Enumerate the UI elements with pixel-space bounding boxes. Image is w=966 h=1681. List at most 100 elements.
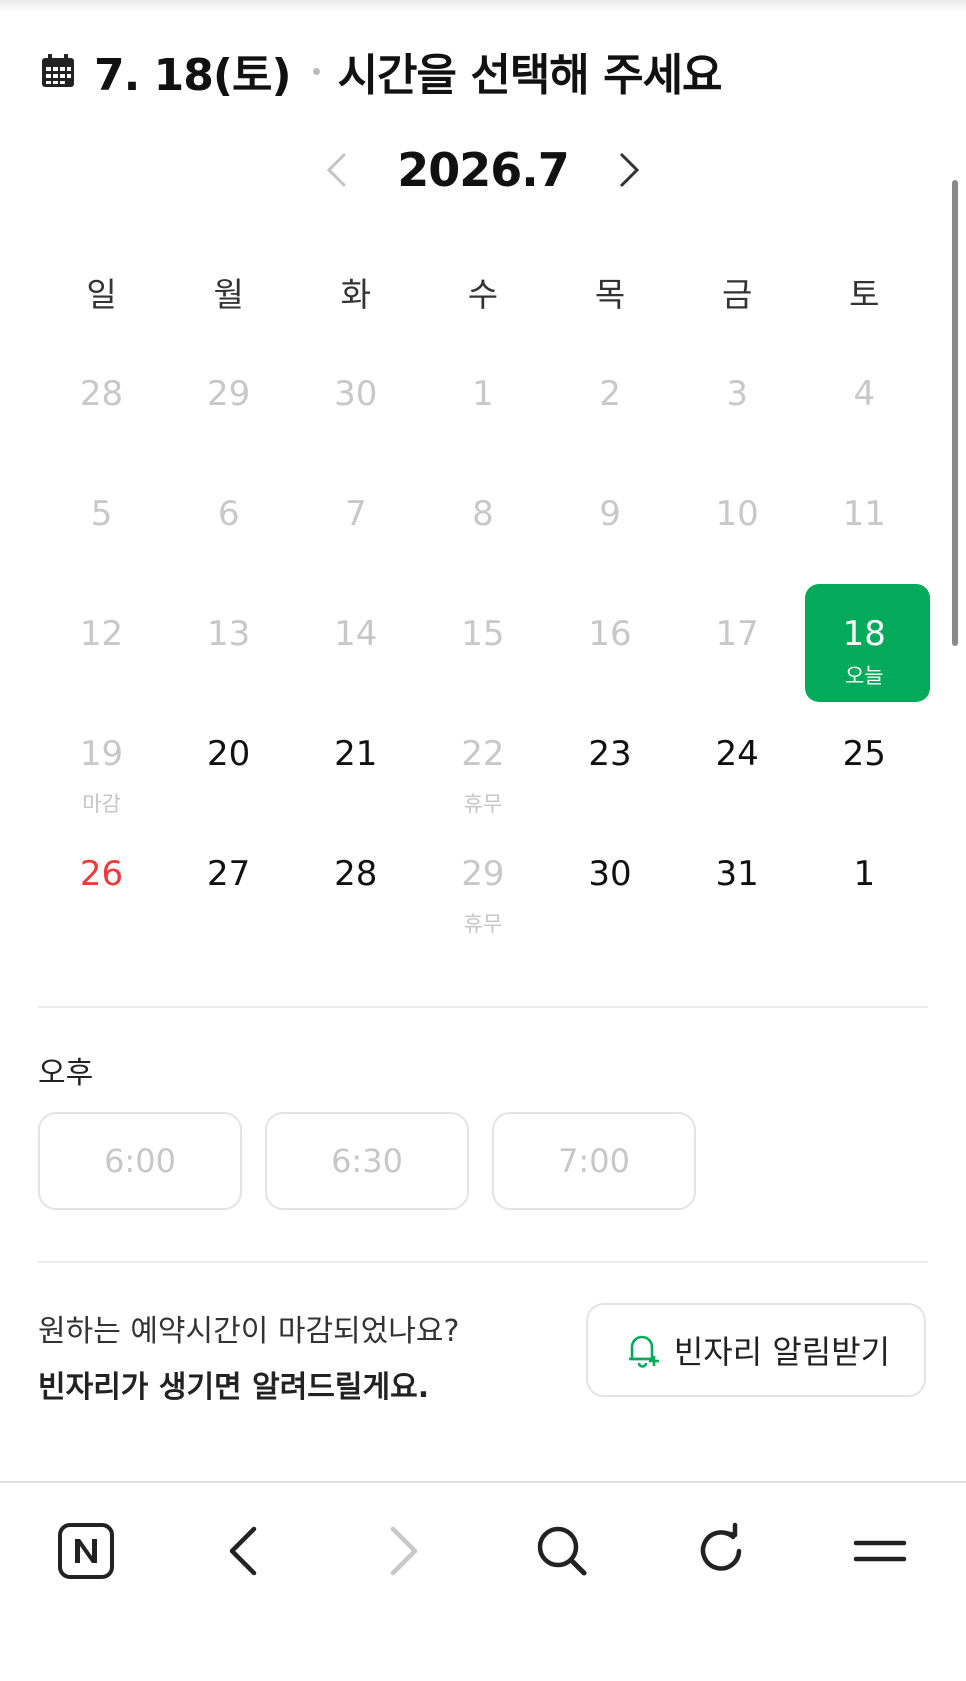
time-slot-button[interactable]: 7:00 [492, 1112, 696, 1210]
chevron-left-icon [327, 152, 347, 188]
notify-line-2: 빈자리가 생기면 알려드릴게요. [38, 1370, 430, 1405]
period-label: 오후 [38, 1056, 94, 1091]
bell-plus-icon [628, 1335, 659, 1368]
calendar-day[interactable]: 25 [801, 704, 928, 824]
calendar-day[interactable]: 23 [547, 704, 674, 824]
time-slot-button[interactable]: 6:30 [265, 1112, 469, 1210]
weekday-label: 월 [213, 275, 244, 314]
calendar-day[interactable]: 26 [38, 824, 165, 944]
page-header: 7. 18(토) 시간을 선택해 주세요 [40, 38, 723, 104]
calendar-day: 8 [419, 464, 546, 584]
notify-line-1: 원하는 예약시간이 마감되었나요? [38, 1314, 460, 1349]
calendar-day: 2 [547, 344, 674, 464]
day-status-label: 마감 [82, 792, 121, 816]
calendar-day: 15 [419, 584, 546, 704]
calendar-day[interactable]: 30 [547, 824, 674, 944]
day-number: 5 [90, 494, 113, 534]
calendar-week-row: 12 13 14 15 16 17 18 오늘 [38, 584, 930, 704]
calendar-day[interactable]: 20 [165, 704, 292, 824]
calendar-day: 5 [38, 464, 165, 584]
divider [38, 1261, 928, 1263]
day-number: 20 [207, 734, 251, 774]
back-arrow-icon [229, 1526, 257, 1576]
day-number: 8 [472, 494, 494, 534]
day-number: 23 [588, 734, 632, 774]
calendar-day: 16 [547, 584, 674, 704]
next-month-button[interactable] [609, 140, 649, 200]
day-number: 10 [715, 494, 759, 534]
time-slot-button[interactable]: 6:00 [38, 1112, 242, 1210]
header-prompt: 시간을 선택해 주세요 [337, 50, 723, 101]
calendar-day: 13 [165, 584, 292, 704]
day-number: 30 [334, 374, 378, 414]
day-number: 1 [853, 854, 876, 894]
vacancy-alert-button[interactable]: 빈자리 알림받기 [586, 1303, 926, 1397]
calendar-day[interactable]: 1 [801, 824, 928, 944]
day-number: 6 [217, 494, 240, 534]
calendar-day[interactable]: 24 [674, 704, 801, 824]
top-shadow [0, 0, 966, 12]
day-number: 22 [461, 734, 505, 774]
calendar-grid: 28 29 30 1 2 3 4 5 6 7 8 9 10 11 12 13 14 15 16 17 18 오늘 19 마감 2… [38, 344, 930, 944]
day-number: 2 [599, 374, 621, 414]
calendar-day: 6 [165, 464, 292, 584]
prev-month-button[interactable] [317, 140, 357, 200]
day-number: 11 [842, 494, 886, 534]
separator-dot [312, 67, 320, 75]
day-status-label: 휴무 [463, 792, 503, 816]
selected-date: 7. 18(토) [94, 50, 292, 101]
calendar-week-row: 19 마감 20 21 22 휴무 23 24 25 [38, 704, 928, 824]
day-number: 29 [461, 854, 505, 894]
calendar-day: 22 휴무 [419, 704, 546, 824]
calendar-day-selected[interactable]: 18 오늘 [801, 584, 930, 704]
calendar-day: 28 [38, 344, 165, 464]
calendar-week-row: 28 29 30 1 2 3 4 [38, 344, 928, 464]
notify-message: 원하는 예약시간이 마감되었나요? 빈자리가 생기면 알려드릴게요. [38, 1306, 459, 1406]
naver-home-button[interactable] [46, 1511, 126, 1591]
search-icon [537, 1526, 587, 1576]
calendar-week-row: 26 27 28 29 휴무 30 31 1 [38, 824, 928, 944]
calendar-day[interactable]: 21 [292, 704, 419, 824]
calendar-day: 7 [292, 464, 419, 584]
day-number: 28 [334, 854, 378, 894]
refresh-button[interactable] [681, 1511, 761, 1591]
menu-icon [853, 1540, 907, 1562]
day-number: 19 [79, 734, 124, 774]
divider [38, 1006, 928, 1008]
weekday-label: 수 [467, 275, 499, 314]
calendar-day[interactable]: 27 [165, 824, 292, 944]
calendar-day: 4 [801, 344, 928, 464]
calendar-day: 17 [674, 584, 801, 704]
scrollbar[interactable] [952, 180, 958, 646]
weekday-header: 일월화수목금토 [38, 268, 928, 316]
forward-button[interactable] [363, 1511, 443, 1591]
calendar-day: 14 [292, 584, 419, 704]
calendar-day: 11 [801, 464, 928, 584]
refresh-icon [700, 1522, 742, 1571]
day-status-label: 오늘 [844, 664, 884, 688]
calendar-day[interactable]: 31 [674, 824, 801, 944]
day-number: 18 [842, 614, 886, 654]
weekday-label: 화 [340, 275, 371, 314]
weekday-label: 토 [849, 275, 880, 314]
day-number: 1 [472, 374, 494, 414]
day-number: 4 [853, 374, 876, 414]
day-number: 29 [207, 374, 251, 414]
search-button[interactable] [522, 1511, 602, 1591]
day-number: 30 [588, 854, 632, 894]
day-number: 15 [461, 614, 505, 654]
day-status-label: 휴무 [463, 912, 503, 936]
calendar-day: 30 [292, 344, 419, 464]
calendar-day: 1 [419, 344, 546, 464]
day-number: 9 [599, 494, 621, 534]
weekday-label: 일 [86, 275, 117, 314]
calendar-day[interactable]: 28 [292, 824, 419, 944]
day-number: 7 [344, 494, 367, 534]
calendar-day: 19 마감 [38, 704, 165, 824]
menu-button[interactable] [840, 1511, 920, 1591]
back-button[interactable] [204, 1511, 284, 1591]
calendar-day: 10 [674, 464, 801, 584]
day-number: 16 [588, 614, 632, 654]
forward-arrow-icon [390, 1526, 418, 1576]
day-number: 14 [334, 614, 378, 654]
